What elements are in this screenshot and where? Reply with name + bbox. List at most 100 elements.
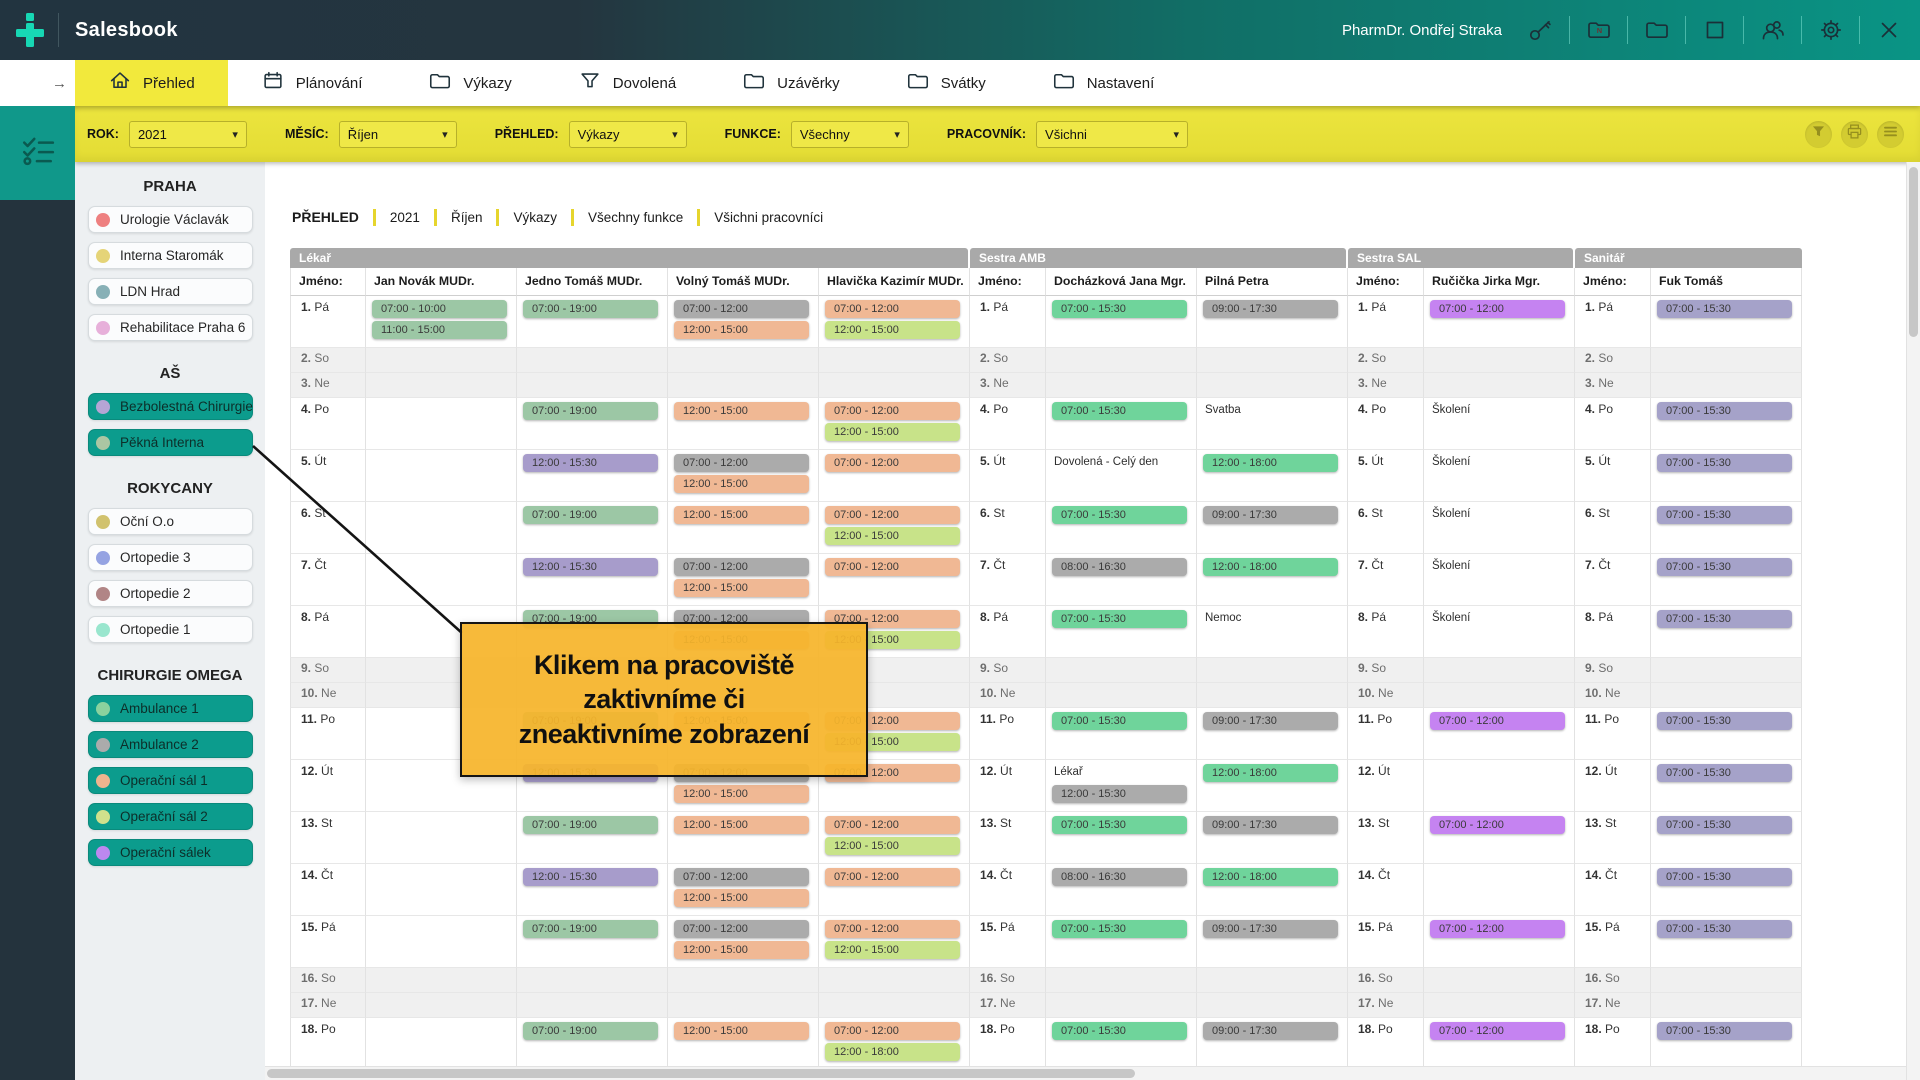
shift-block[interactable]: 07:00 - 15:30 (1657, 712, 1792, 730)
shift-block[interactable]: 07:00 - 12:00 (825, 868, 960, 886)
shift-block[interactable]: 07:00 - 12:00 (674, 868, 809, 886)
shift-cell[interactable]: 07:00 - 15:30 (1651, 1018, 1802, 1070)
shift-block[interactable]: 12:00 - 15:00 (825, 837, 960, 855)
horizontal-scrollbar-thumb[interactable] (267, 1069, 1135, 1078)
shift-cell[interactable]: 07:00 - 12:00 (1424, 916, 1575, 968)
shift-block[interactable]: 07:00 - 15:30 (1052, 610, 1187, 628)
shift-cell[interactable]: 12:00 - 15:00 (668, 502, 819, 554)
workplace-ldn-hrad[interactable]: LDN Hrad (88, 278, 253, 305)
shift-block[interactable]: 07:00 - 12:00 (825, 920, 960, 938)
shift-cell[interactable] (1046, 348, 1197, 373)
tab-planovani[interactable]: Plánování (228, 60, 396, 106)
shift-cell[interactable]: 07:00 - 12:00 (1424, 708, 1575, 760)
shift-block[interactable]: 12:00 - 15:00 (825, 941, 960, 959)
select-prehled-[interactable]: Výkazy▾ (569, 121, 687, 148)
shift-cell[interactable]: 07:00 - 15:30 (1651, 864, 1802, 916)
shift-cell[interactable] (366, 398, 517, 450)
shift-block[interactable]: 08:00 - 16:30 (1052, 868, 1187, 886)
shift-block[interactable]: 12:00 - 15:00 (674, 402, 809, 420)
vertical-scrollbar[interactable] (1906, 162, 1920, 1080)
shift-block[interactable]: 07:00 - 10:00 (372, 300, 507, 318)
shift-cell[interactable]: 07:00 - 15:30 (1651, 450, 1802, 502)
settings-icon[interactable] (1817, 17, 1844, 44)
shift-cell[interactable]: 07:00 - 15:30 (1651, 760, 1802, 812)
workplace-ambulance-2[interactable]: Ambulance 2 (88, 731, 253, 758)
shift-cell[interactable] (366, 864, 517, 916)
shift-cell[interactable]: 07:00 - 19:00 (517, 1018, 668, 1070)
shift-block[interactable]: 12:00 - 15:00 (825, 423, 960, 441)
workplace-ortopedie-3[interactable]: Ortopedie 3 (88, 544, 253, 571)
shift-block[interactable]: 07:00 - 15:30 (1052, 506, 1187, 524)
shift-cell[interactable] (517, 993, 668, 1018)
shift-cell[interactable]: Školení (1424, 554, 1575, 606)
workplace-rehabilitace-praha-6[interactable]: Rehabilitace Praha 6 (88, 314, 253, 341)
shift-cell[interactable]: Školení (1424, 502, 1575, 554)
shift-block[interactable]: 09:00 - 17:30 (1203, 300, 1338, 318)
tab-svatky[interactable]: Svátky (873, 60, 1019, 106)
workplace-pekna-interna[interactable]: Pěkná Interna (88, 429, 253, 456)
shift-cell[interactable]: 07:00 - 15:30 (1046, 296, 1197, 348)
shift-cell[interactable]: Nemoc (1197, 606, 1348, 658)
shift-cell[interactable] (366, 1018, 517, 1070)
shift-cell[interactable]: 07:00 - 19:00 (517, 296, 668, 348)
horizontal-scrollbar[interactable] (265, 1066, 1906, 1080)
shift-block[interactable]: 08:00 - 16:30 (1052, 558, 1187, 576)
shift-cell[interactable] (1046, 993, 1197, 1018)
shift-cell[interactable] (819, 968, 970, 993)
tab-nastaveni[interactable]: Nastavení (1019, 60, 1188, 106)
shift-block[interactable]: 09:00 - 17:30 (1203, 920, 1338, 938)
workplace-operacni-salek[interactable]: Operační sálek (88, 839, 253, 866)
tab-uzaverky[interactable]: Uzávěrky (709, 60, 873, 106)
shift-block[interactable]: 12:00 - 18:00 (825, 1043, 960, 1061)
shift-cell[interactable] (1424, 373, 1575, 398)
shift-cell[interactable] (1197, 683, 1348, 708)
select-funkce-[interactable]: Všechny▾ (791, 121, 909, 148)
shift-cell[interactable] (1197, 968, 1348, 993)
shift-block[interactable]: 12:00 - 15:30 (1052, 785, 1187, 803)
shift-cell[interactable]: 07:00 - 12:0012:00 - 15:00 (668, 450, 819, 502)
shift-cell[interactable] (819, 993, 970, 1018)
shift-cell[interactable]: 07:00 - 12:0012:00 - 15:00 (819, 812, 970, 864)
workplace-operacni-sal-2[interactable]: Operační sál 2 (88, 803, 253, 830)
shift-block[interactable]: 12:00 - 15:00 (674, 889, 809, 907)
shift-block[interactable]: 07:00 - 12:00 (1430, 300, 1565, 318)
shift-cell[interactable] (1046, 683, 1197, 708)
shift-block[interactable]: 12:00 - 15:00 (825, 527, 960, 545)
shift-cell[interactable]: 09:00 - 17:30 (1197, 502, 1348, 554)
shift-cell[interactable]: 07:00 - 12:00 (1424, 296, 1575, 348)
shift-cell[interactable]: 07:00 - 12:0012:00 - 15:00 (819, 398, 970, 450)
shift-block[interactable]: 07:00 - 15:30 (1657, 816, 1792, 834)
shift-cell[interactable]: 07:00 - 12:00 (1424, 1018, 1575, 1070)
shift-cell[interactable]: 09:00 - 17:30 (1197, 1018, 1348, 1070)
shift-cell[interactable] (1424, 683, 1575, 708)
workplace-urologie-vaclavak[interactable]: Urologie Václavák (88, 206, 253, 233)
shift-cell[interactable] (819, 348, 970, 373)
shift-cell[interactable] (1651, 348, 1802, 373)
select-mesic-[interactable]: Říjen▾ (339, 121, 457, 148)
shift-block[interactable]: 12:00 - 15:30 (523, 454, 658, 472)
shift-cell[interactable] (366, 968, 517, 993)
shift-cell[interactable]: 09:00 - 17:30 (1197, 916, 1348, 968)
print-button[interactable] (1841, 121, 1868, 148)
workplace-operacni-sal-1[interactable]: Operační sál 1 (88, 767, 253, 794)
shift-cell[interactable] (366, 812, 517, 864)
shift-cell[interactable]: 07:00 - 15:30 (1046, 708, 1197, 760)
shift-cell[interactable]: 12:00 - 18:00 (1197, 864, 1348, 916)
shift-cell[interactable] (1424, 658, 1575, 683)
shift-cell[interactable]: 07:00 - 15:30 (1046, 1018, 1197, 1070)
shift-block[interactable]: 11:00 - 15:00 (372, 321, 507, 339)
shift-cell[interactable] (1651, 373, 1802, 398)
shift-block[interactable]: 07:00 - 15:30 (1657, 506, 1792, 524)
select-rok-[interactable]: 2021▾ (129, 121, 247, 148)
shift-cell[interactable]: 07:00 - 15:30 (1046, 398, 1197, 450)
shift-block[interactable]: 07:00 - 19:00 (523, 300, 658, 318)
shift-cell[interactable] (1424, 760, 1575, 812)
shift-block[interactable]: 07:00 - 12:00 (674, 454, 809, 472)
shift-cell[interactable]: 08:00 - 16:30 (1046, 864, 1197, 916)
shift-block[interactable]: 07:00 - 15:30 (1052, 1022, 1187, 1040)
stop-icon[interactable] (1701, 17, 1728, 44)
shift-block[interactable]: 09:00 - 17:30 (1203, 1022, 1338, 1040)
shift-block[interactable]: 07:00 - 12:00 (674, 300, 809, 318)
shift-cell[interactable]: 07:00 - 15:30 (1046, 812, 1197, 864)
shift-cell[interactable] (819, 373, 970, 398)
